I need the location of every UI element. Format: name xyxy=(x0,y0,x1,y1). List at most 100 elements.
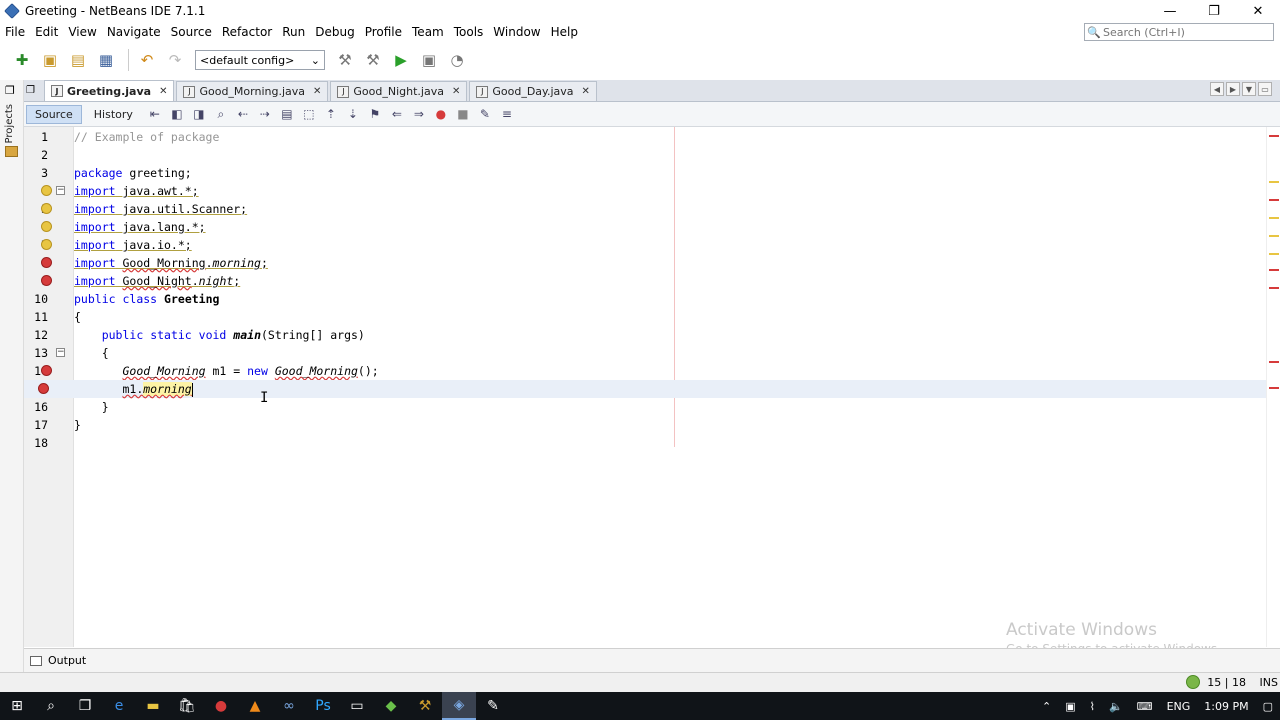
error-icon[interactable] xyxy=(41,257,52,268)
menu-run[interactable]: Run xyxy=(277,25,310,39)
chevron-up-icon[interactable]: ⌃ xyxy=(1042,700,1051,713)
projects-tab[interactable]: Projects xyxy=(4,104,15,143)
notification-icon[interactable]: ▢ xyxy=(1263,700,1273,713)
tabs-window-icon[interactable]: ❐ xyxy=(26,85,42,96)
task-view-icon[interactable]: ❐ xyxy=(68,692,102,720)
error-icon[interactable] xyxy=(41,365,52,376)
volume-icon[interactable]: 🔈 xyxy=(1109,700,1123,713)
toggle-highlight-icon[interactable]: ▤ xyxy=(277,104,297,124)
tray-app-icon[interactable]: ▣ xyxy=(1065,700,1075,713)
wifi-icon[interactable]: ⌇ xyxy=(1090,700,1095,713)
chevron-left-icon[interactable]: ◀ xyxy=(1210,82,1224,96)
tab-good-night-java[interactable]: J Good_Night.java ✕ xyxy=(330,81,468,101)
error-mark-icon[interactable] xyxy=(1269,287,1279,289)
config-select[interactable]: <default config> ⌄ xyxy=(195,50,325,70)
fold-toggle-icon[interactable]: − xyxy=(56,348,65,357)
menu-view[interactable]: View xyxy=(63,25,101,39)
warning-icon[interactable] xyxy=(41,239,52,250)
output-tab[interactable]: Output xyxy=(48,654,86,667)
window-app-icon[interactable]: ▭ xyxy=(340,692,374,720)
menu-file[interactable]: File xyxy=(0,25,30,39)
build-icon[interactable]: ⚒ xyxy=(333,48,357,72)
error-mark-icon[interactable] xyxy=(1269,387,1279,389)
fold-toggle-icon[interactable]: − xyxy=(56,186,65,195)
menu-edit[interactable]: Edit xyxy=(30,25,63,39)
debug-icon[interactable]: ▣ xyxy=(417,48,441,72)
warning-icon[interactable] xyxy=(41,185,52,196)
search-icon[interactable]: ⌕ xyxy=(34,692,68,720)
menu-debug[interactable]: Debug xyxy=(310,25,359,39)
error-stripe[interactable] xyxy=(1266,127,1280,647)
error-mark-icon[interactable] xyxy=(1269,199,1279,201)
corel-icon[interactable]: ◆ xyxy=(374,692,408,720)
start-macro-icon[interactable]: ● xyxy=(431,104,451,124)
tab-greeting-java[interactable]: J Greeting.java ✕ xyxy=(44,80,175,101)
shift-right-icon[interactable]: ⇒ xyxy=(409,104,429,124)
close-icon[interactable]: ✕ xyxy=(582,86,590,97)
window-icon[interactable]: ❐ xyxy=(5,84,15,97)
windows-start-icon[interactable]: ⊞ xyxy=(0,692,34,720)
previous-bookmark-icon[interactable]: ⇡ xyxy=(321,104,341,124)
menu-navigate[interactable]: Navigate xyxy=(102,25,166,39)
store-icon[interactable]: 🛍 xyxy=(170,692,204,720)
uncomment-icon[interactable]: ≡ xyxy=(497,104,517,124)
chevron-down-icon[interactable]: ▼ xyxy=(1242,82,1256,96)
find-previous-icon[interactable]: ⇠ xyxy=(233,104,253,124)
restore-button[interactable]: ❐ xyxy=(1192,0,1236,22)
file-explorer-icon[interactable]: ▬ xyxy=(136,692,170,720)
tool-icon[interactable]: ⚒ xyxy=(408,692,442,720)
close-icon[interactable]: ✕ xyxy=(313,86,321,97)
toggle-bookmark-icon[interactable]: ⚑ xyxy=(365,104,385,124)
search-input[interactable] xyxy=(1103,25,1263,39)
minimize-button[interactable]: — xyxy=(1148,0,1192,22)
tab-good-day-java[interactable]: J Good_Day.java ✕ xyxy=(469,81,597,101)
profile-icon[interactable]: ◔ xyxy=(445,48,469,72)
save-all-icon[interactable]: ▦ xyxy=(94,48,118,72)
vlc-icon[interactable]: ▲ xyxy=(238,692,272,720)
undo-icon[interactable]: ↶ xyxy=(135,48,159,72)
clock[interactable]: 1:09 PM xyxy=(1204,700,1248,713)
menu-tools[interactable]: Tools xyxy=(449,25,489,39)
chevron-right-icon[interactable]: ▶ xyxy=(1226,82,1240,96)
warning-mark-icon[interactable] xyxy=(1269,235,1279,237)
back-icon[interactable]: ◧ xyxy=(167,104,187,124)
forward-icon[interactable]: ◨ xyxy=(189,104,209,124)
maximize-icon[interactable]: ▭ xyxy=(1258,82,1272,96)
warning-mark-icon[interactable] xyxy=(1269,217,1279,219)
menu-window[interactable]: Window xyxy=(488,25,545,39)
menu-profile[interactable]: Profile xyxy=(360,25,407,39)
run-icon[interactable]: ▶ xyxy=(389,48,413,72)
projects-icon[interactable] xyxy=(5,146,18,157)
menu-help[interactable]: Help xyxy=(546,25,583,39)
source-tab[interactable]: Source xyxy=(26,104,82,124)
error-icon[interactable] xyxy=(38,383,49,394)
netbeans-taskbar-icon[interactable]: ◈ xyxy=(442,692,476,720)
find-icon[interactable]: ⌕ xyxy=(211,104,231,124)
error-mark-icon[interactable] xyxy=(1269,135,1279,137)
menu-team[interactable]: Team xyxy=(407,25,449,39)
warning-icon[interactable] xyxy=(41,203,52,214)
close-icon[interactable]: ✕ xyxy=(159,86,167,97)
chrome-icon[interactable]: ● xyxy=(204,692,238,720)
toggle-rect-selection-icon[interactable]: ⬚ xyxy=(299,104,319,124)
history-tab[interactable]: History xyxy=(86,105,141,124)
code-editor[interactable]: 1 // Example of package 2 3 package gree… xyxy=(24,127,1280,647)
open-project-icon[interactable]: ▤ xyxy=(66,48,90,72)
menu-source[interactable]: Source xyxy=(166,25,217,39)
warning-icon[interactable] xyxy=(41,221,52,232)
shift-left-icon[interactable]: ⇐ xyxy=(387,104,407,124)
clean-build-icon[interactable]: ⚒ xyxy=(361,48,385,72)
edge-icon[interactable]: e xyxy=(102,692,136,720)
photoshop-icon[interactable]: Ps xyxy=(306,692,340,720)
close-button[interactable]: ✕ xyxy=(1236,0,1280,22)
warning-mark-icon[interactable] xyxy=(1269,253,1279,255)
app-icon[interactable]: ∞ xyxy=(272,692,306,720)
error-mark-icon[interactable] xyxy=(1269,361,1279,363)
window-icon[interactable] xyxy=(30,655,42,666)
redo-icon[interactable]: ↷ xyxy=(163,48,187,72)
warning-mark-icon[interactable] xyxy=(1269,181,1279,183)
last-edit-icon[interactable]: ⇤ xyxy=(145,104,165,124)
notifications-icon[interactable] xyxy=(1186,675,1200,689)
comment-icon[interactable]: ✎ xyxy=(475,104,495,124)
language-indicator[interactable]: ENG xyxy=(1167,700,1191,713)
